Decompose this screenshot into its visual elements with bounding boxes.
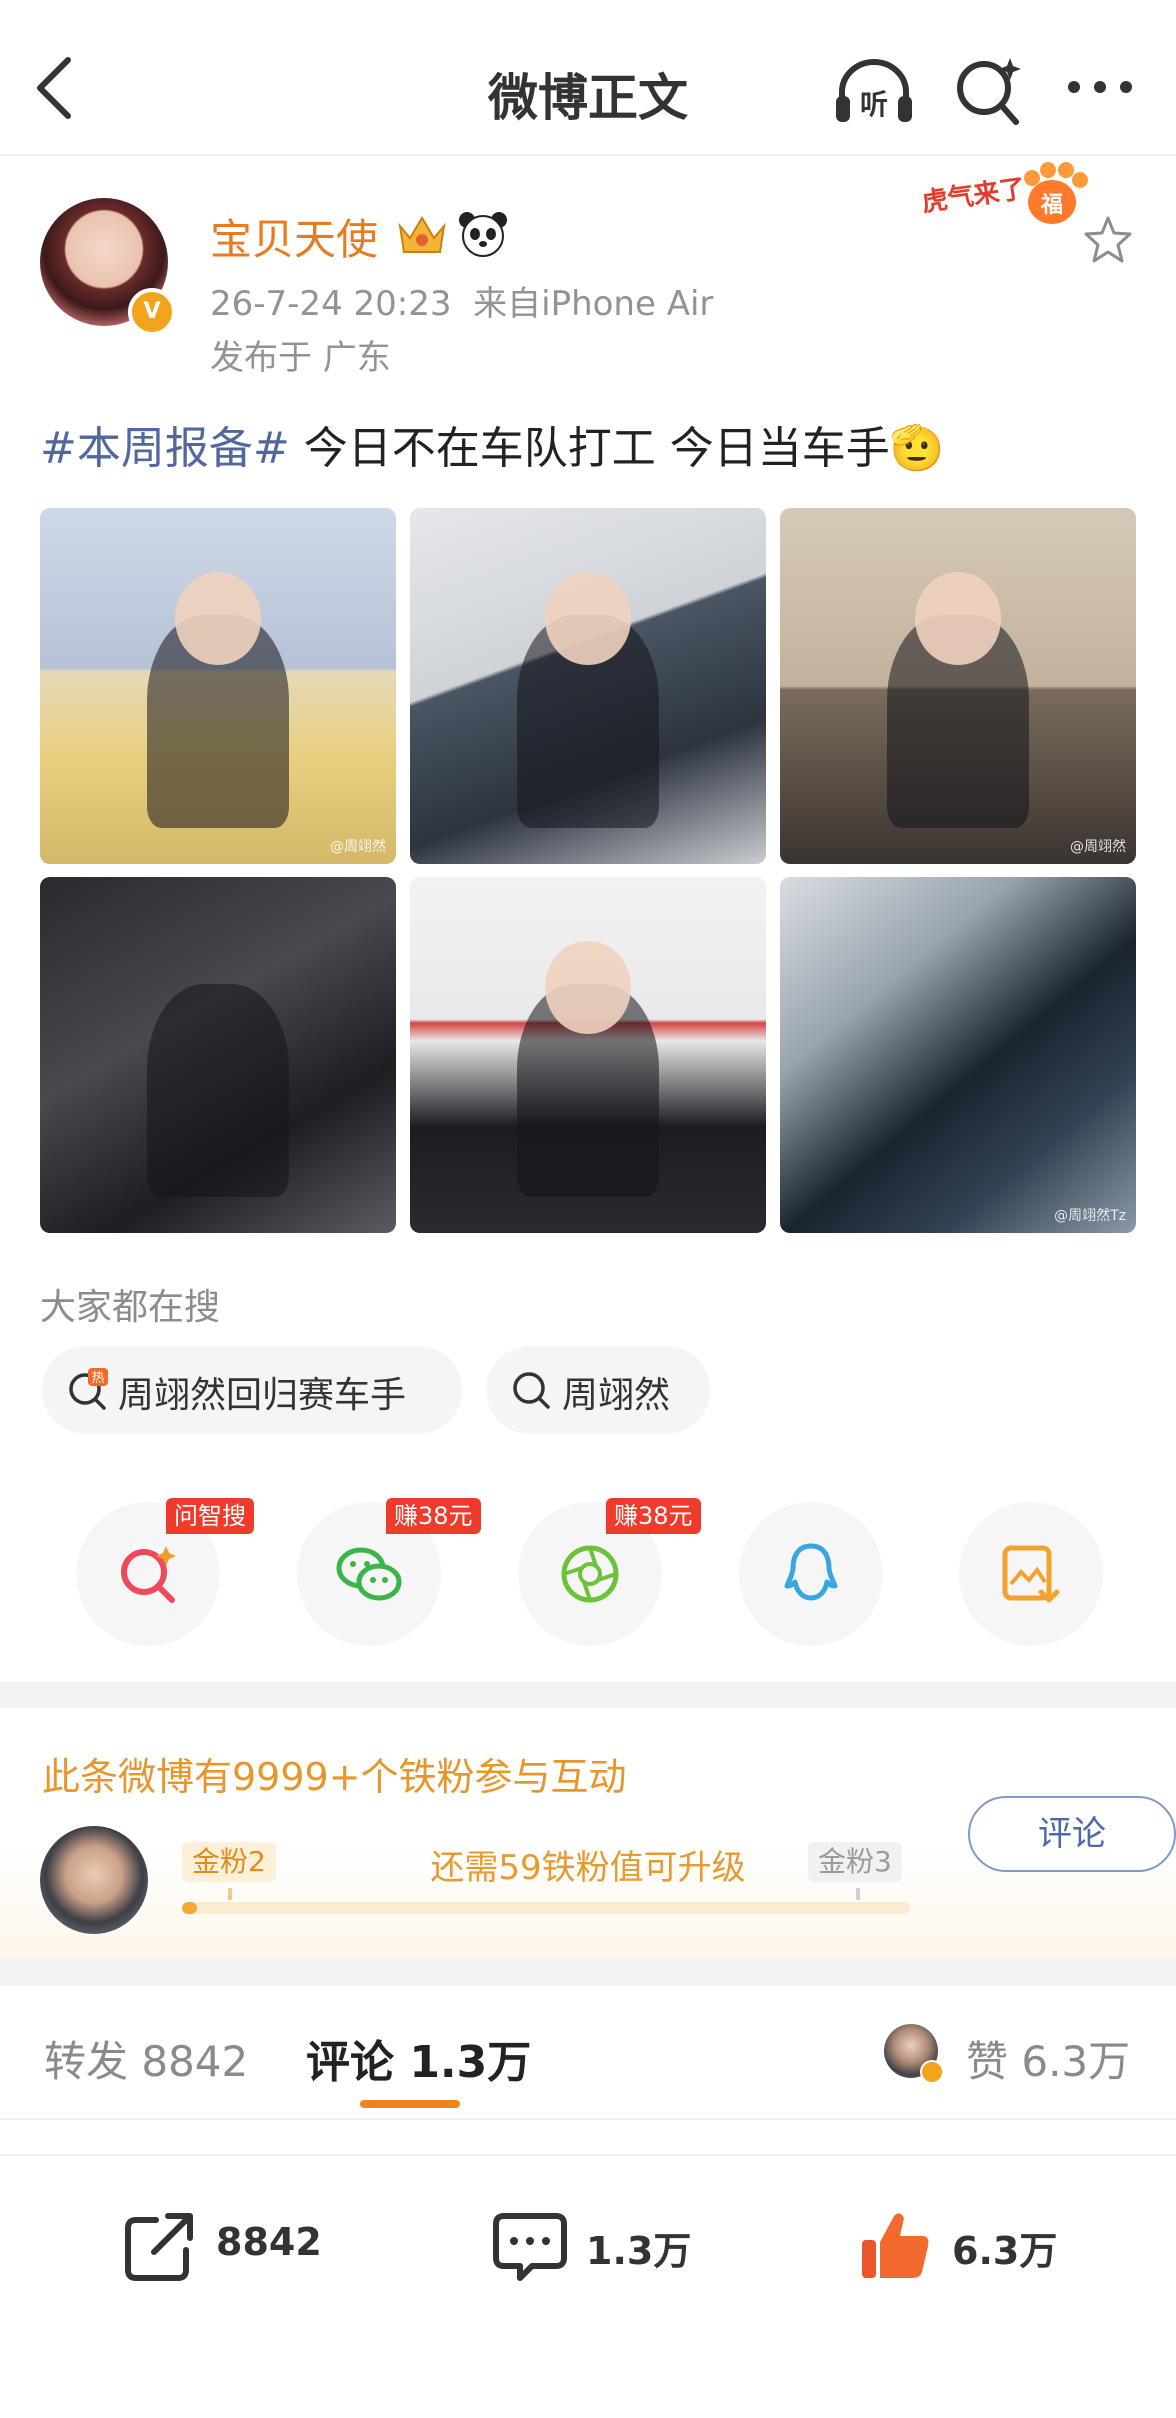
comment-count: 1.3万 <box>586 2229 692 2273</box>
search-suggestion-text: 周翊然回归赛车手 <box>118 1375 407 1416</box>
post-image-6[interactable]: @周翊然Tz <box>780 877 1136 1233</box>
verified-badge-icon: V <box>128 288 176 336</box>
post-image-5[interactable] <box>410 877 766 1233</box>
saluting-emoji: 🫡 <box>889 423 945 474</box>
thumbs-up-icon <box>862 2213 929 2278</box>
favorite-star-icon[interactable] <box>1082 214 1134 266</box>
ai-search-tag: 问智搜 <box>166 1498 254 1534</box>
tab-comment[interactable]: 评论 1.3万 <box>306 2026 531 2090</box>
share-qq-button[interactable] <box>739 1502 883 1646</box>
author-name[interactable]: 宝贝天使 <box>210 206 378 267</box>
search-suggestion-text: 周翊然 <box>562 1375 671 1416</box>
comment-button[interactable]: 评论 <box>968 1796 1176 1872</box>
post-meta: 26-7-24 20:23 来自iPhone Air <box>210 276 713 325</box>
image-watermark: @周翊然 <box>1070 839 1126 855</box>
tab-forward[interactable]: 转发 8842 <box>44 2028 248 2089</box>
image-watermark: @周翊然Tz <box>1054 1208 1126 1224</box>
post-time: 26-7-24 20:23 <box>210 284 452 324</box>
more-icon[interactable] <box>1064 72 1136 102</box>
forward-count: 8842 <box>216 2220 322 2264</box>
image-watermark: @周翊然 <box>330 839 386 855</box>
progress-tick <box>856 1888 860 1900</box>
post-image-4[interactable] <box>40 877 396 1233</box>
search-suggestion[interactable]: 周翊然 <box>486 1346 710 1434</box>
hashtag-link[interactable]: #本周报备# <box>40 423 290 474</box>
tab-like[interactable]: 赞 6.3万 <box>966 2028 1130 2089</box>
svg-text:虎气来了: 虎气来了 <box>920 173 1027 218</box>
divider <box>0 2154 1176 2156</box>
post-text: 今日不在车队打工 今日当车手 <box>289 423 890 474</box>
wechat-icon <box>336 1547 402 1601</box>
save-image-icon <box>1002 1545 1060 1603</box>
save-image-button[interactable] <box>959 1502 1103 1646</box>
panda-badge-icon[interactable] <box>456 208 510 258</box>
svg-text:热: 热 <box>91 1371 104 1386</box>
like-button[interactable]: 6.3万 <box>856 2196 1096 2296</box>
search-suggestions-label: 大家都在搜 <box>40 1287 221 1328</box>
qq-icon <box>784 1543 838 1601</box>
svg-text:听: 听 <box>860 88 888 121</box>
crown-badge-icon[interactable] <box>396 212 448 256</box>
comment-icon <box>493 2213 567 2281</box>
moments-reward-tag: 赚38元 <box>606 1498 701 1534</box>
progress-tick <box>228 1888 232 1900</box>
search-suggestion-hot[interactable]: 热 周翊然回归赛车手 <box>42 1346 462 1434</box>
headphone-listen-icon[interactable]: 听 <box>832 56 916 126</box>
post-image-2[interactable] <box>410 508 766 864</box>
fan-card-title: 此条微博有9999+个铁粉参与互动 <box>42 1755 627 1799</box>
section-divider <box>0 1958 1176 1986</box>
tiger-paw-sticker-icon[interactable]: 虎气来了 福 <box>920 160 1090 230</box>
forward-icon <box>125 2213 193 2281</box>
post-location: 发布于 广东 <box>210 338 391 378</box>
active-tab-indicator <box>360 2100 460 2108</box>
next-fan-level: 金粉3 <box>808 1842 902 1882</box>
search-sparkle-icon[interactable] <box>952 52 1024 128</box>
moments-icon <box>561 1545 619 1603</box>
search-icon <box>510 1368 554 1412</box>
fan-progress-fill <box>182 1902 197 1914</box>
post-image-3[interactable]: @周翊然 <box>780 508 1136 864</box>
section-divider <box>0 1682 1176 1708</box>
svg-text:福: 福 <box>1040 193 1063 218</box>
fan-progress-bar <box>182 1902 910 1914</box>
like-count: 6.3万 <box>952 2229 1058 2273</box>
post-content: #本周报备# 今日不在车队打工 今日当车手🫡 <box>40 412 945 476</box>
wechat-reward-tag: 赚38元 <box>386 1498 481 1534</box>
verified-badge-icon <box>920 2060 944 2084</box>
post-source: 来自iPhone Air <box>473 284 714 324</box>
comment-action-button[interactable]: 1.3万 <box>490 2196 730 2296</box>
hot-search-icon: 热 <box>66 1368 110 1412</box>
forward-button[interactable]: 8842 <box>120 2196 360 2296</box>
ai-search-icon <box>121 1546 176 1603</box>
post-image-1[interactable]: @周翊然 <box>40 508 396 864</box>
